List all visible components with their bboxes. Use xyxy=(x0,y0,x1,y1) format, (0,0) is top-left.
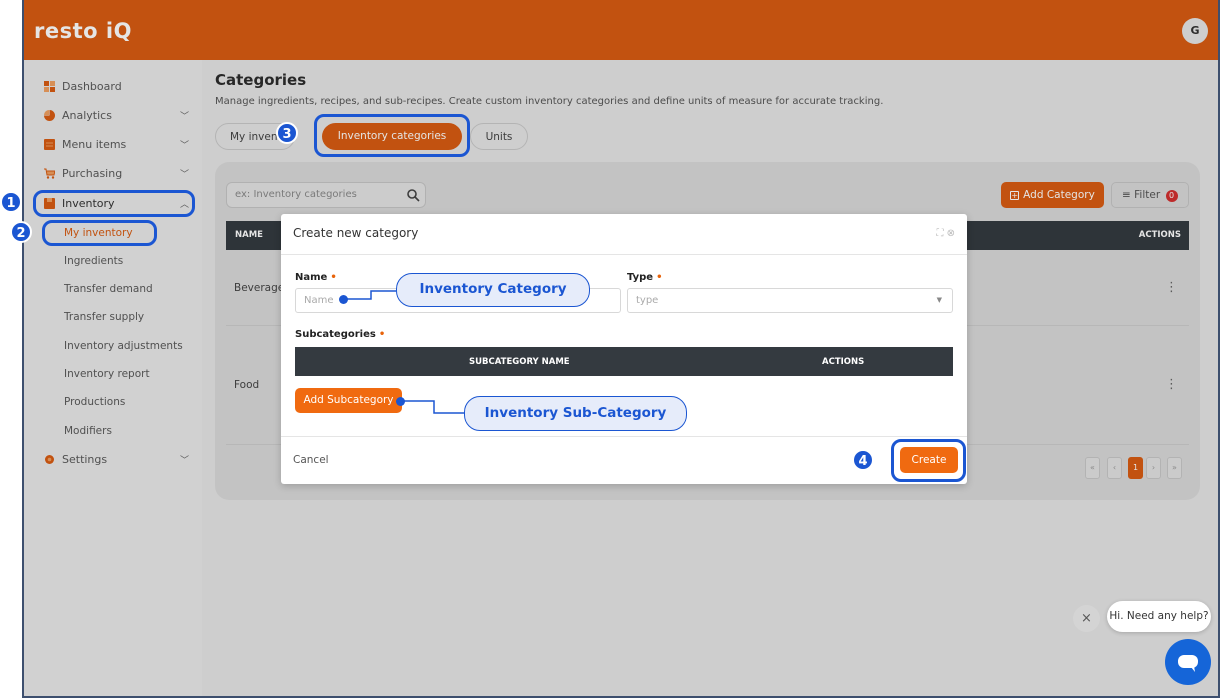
callout-inventory-sub-category: Inventory Sub-Category xyxy=(464,396,687,431)
app-frame: resto iQ G Dashboard Analytics ﹀ Menu it… xyxy=(22,0,1220,698)
callout-dot xyxy=(339,295,348,304)
step-badge-1: 1 xyxy=(0,191,22,213)
callout-dot xyxy=(396,397,405,406)
chat-message[interactable]: Hi. Need any help? xyxy=(1107,601,1211,632)
callout-connectors xyxy=(346,290,464,414)
chat-icon xyxy=(1178,655,1198,672)
step-badge-4: 4 xyxy=(852,449,874,471)
chat-launcher-button[interactable] xyxy=(1165,639,1211,685)
step-badge-3: 3 xyxy=(276,122,298,144)
chat-close-icon[interactable]: × xyxy=(1073,605,1100,632)
step-badge-2: 2 xyxy=(10,221,32,243)
callout-inventory-category: Inventory Category xyxy=(396,273,590,307)
